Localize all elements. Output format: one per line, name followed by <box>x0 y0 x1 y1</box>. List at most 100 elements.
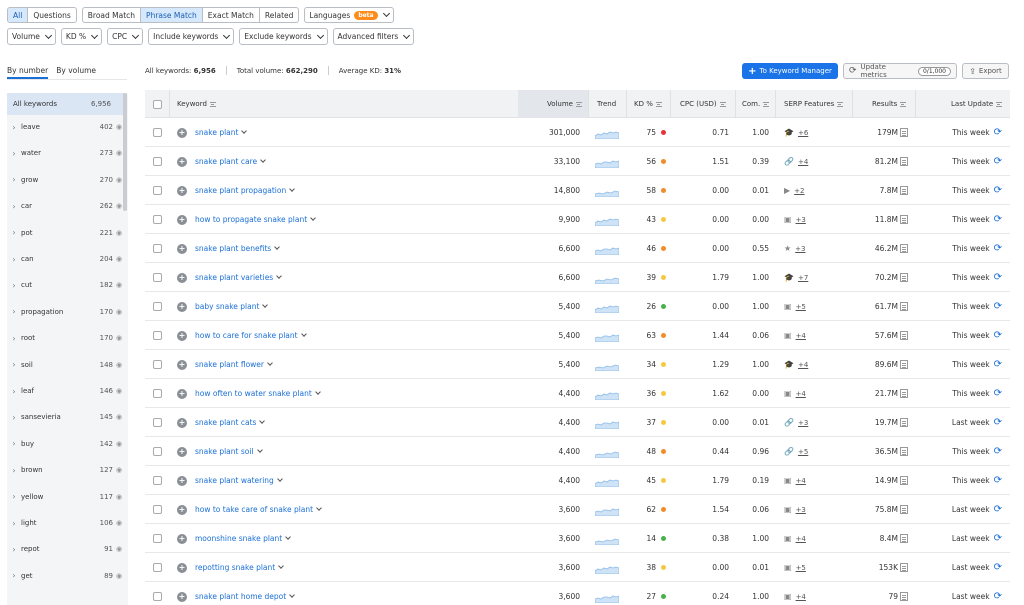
keyword-link[interactable]: snake plant <box>195 118 248 147</box>
column-last-update[interactable]: Last Update <box>951 90 1003 118</box>
refresh-icon[interactable]: ⟳ <box>994 475 1002 486</box>
serp-more-link[interactable]: +4 <box>796 477 806 485</box>
eye-icon[interactable]: ◉ <box>113 519 125 527</box>
refresh-icon[interactable]: ⟳ <box>994 214 1002 225</box>
refresh-icon[interactable]: ⟳ <box>994 591 1002 602</box>
serp-document-icon[interactable] <box>900 505 908 514</box>
serp-more-link[interactable]: +6 <box>798 129 808 137</box>
serp-more-link[interactable]: +3 <box>796 506 806 514</box>
sidebar-item-cut[interactable]: › cut 182 ◉ <box>7 274 125 296</box>
eye-icon[interactable]: ◉ <box>113 255 125 263</box>
row-checkbox[interactable] <box>153 505 162 514</box>
serp-more-link[interactable]: +5 <box>798 448 808 456</box>
column-trend[interactable]: Trend <box>597 90 616 118</box>
serp-document-icon[interactable] <box>900 273 908 282</box>
row-checkbox[interactable] <box>153 563 162 572</box>
refresh-icon[interactable]: ⟳ <box>994 446 1002 457</box>
chevron-right-icon[interactable]: › <box>7 149 21 158</box>
row-checkbox[interactable] <box>153 476 162 485</box>
keyword-link[interactable]: snake plant watering <box>195 466 283 495</box>
row-checkbox[interactable] <box>153 447 162 456</box>
languages-dropdown[interactable]: Languages beta <box>304 7 394 23</box>
chevron-down-icon[interactable] <box>289 186 296 192</box>
refresh-icon[interactable]: ⟳ <box>994 417 1002 428</box>
sidebar-item-car[interactable]: › car 262 ◉ <box>7 195 125 217</box>
chevron-right-icon[interactable]: › <box>7 439 21 448</box>
serp-document-icon[interactable] <box>900 592 908 601</box>
refresh-icon[interactable]: ⟳ <box>994 243 1002 254</box>
row-checkbox[interactable] <box>153 244 162 253</box>
to-keyword-manager-button[interactable]: + To Keyword Manager <box>742 63 838 79</box>
add-keyword-icon[interactable]: + <box>177 243 187 254</box>
chevron-down-icon[interactable] <box>276 476 283 482</box>
serp-document-icon[interactable] <box>900 534 908 543</box>
serp-document-icon[interactable] <box>900 215 908 224</box>
chevron-down-icon[interactable] <box>289 592 296 598</box>
chevron-right-icon[interactable]: › <box>7 413 21 422</box>
column-results[interactable]: Results <box>872 90 907 118</box>
add-keyword-icon[interactable]: + <box>177 214 187 225</box>
keyword-link[interactable]: snake plant soil <box>195 437 263 466</box>
sidebar-item-leaf[interactable]: › leaf 146 ◉ <box>7 380 125 402</box>
export-button[interactable]: ⇪ Export <box>962 63 1009 79</box>
row-checkbox[interactable] <box>153 331 162 340</box>
eye-icon[interactable]: ◉ <box>113 361 125 369</box>
sidebar-scrollbar[interactable] <box>123 93 127 211</box>
refresh-icon[interactable]: ⟳ <box>994 388 1002 399</box>
add-keyword-icon[interactable]: + <box>177 388 187 399</box>
volume-filter-dropdown[interactable]: Volume <box>7 28 56 45</box>
chevron-down-icon[interactable] <box>300 331 307 337</box>
serp-more-link[interactable]: +4 <box>798 158 808 166</box>
sidebar-item-can[interactable]: › can 204 ◉ <box>7 248 125 270</box>
advanced-filters-dropdown[interactable]: Advanced filters <box>332 28 415 45</box>
chevron-down-icon[interactable] <box>314 389 321 395</box>
keyword-link[interactable]: repotting snake plant <box>195 553 285 582</box>
sidebar-item-all-keywords[interactable]: All keywords 6,956 <box>7 93 125 115</box>
chevron-down-icon[interactable] <box>276 273 283 279</box>
chevron-down-icon[interactable] <box>310 215 317 221</box>
column-keyword[interactable]: Keyword <box>177 90 216 118</box>
serp-document-icon[interactable] <box>900 360 908 369</box>
chevron-down-icon[interactable] <box>316 505 322 511</box>
sidebar-item-water[interactable]: › water 273 ◉ <box>7 142 125 164</box>
sidebar-item-root[interactable]: › root 170 ◉ <box>7 327 125 349</box>
tab-all[interactable]: All <box>8 8 29 22</box>
sidebar-item-light[interactable]: › light 106 ◉ <box>7 512 125 534</box>
tab-exact-match[interactable]: Exact Match <box>203 8 260 22</box>
refresh-icon[interactable]: ⟳ <box>994 185 1002 196</box>
serp-document-icon[interactable] <box>900 389 908 398</box>
sidebar-item-leave[interactable]: › leave 402 ◉ <box>7 116 125 138</box>
serp-document-icon[interactable] <box>900 563 908 572</box>
add-keyword-icon[interactable]: + <box>177 330 187 341</box>
add-keyword-icon[interactable]: + <box>177 185 187 196</box>
chevron-right-icon[interactable]: › <box>7 571 21 580</box>
eye-icon[interactable]: ◉ <box>113 572 125 580</box>
row-checkbox[interactable] <box>153 302 162 311</box>
include-keywords-dropdown[interactable]: Include keywords <box>148 28 235 45</box>
add-keyword-icon[interactable]: + <box>177 504 187 515</box>
refresh-icon[interactable]: ⟳ <box>994 301 1002 312</box>
add-keyword-icon[interactable]: + <box>177 156 187 167</box>
eye-icon[interactable]: ◉ <box>113 334 125 342</box>
chevron-right-icon[interactable]: › <box>7 255 21 264</box>
serp-more-link[interactable]: +3 <box>796 216 806 224</box>
tab-related[interactable]: Related <box>260 8 298 22</box>
chevron-down-icon[interactable] <box>267 360 273 366</box>
serp-document-icon[interactable] <box>900 331 908 340</box>
keyword-link[interactable]: snake plant flower <box>195 350 273 379</box>
chevron-right-icon[interactable]: › <box>7 466 21 475</box>
row-checkbox[interactable] <box>153 592 162 601</box>
tab-broad-match[interactable]: Broad Match <box>83 8 142 22</box>
chevron-right-icon[interactable]: › <box>7 123 21 132</box>
keyword-link[interactable]: snake plant benefits <box>195 234 281 263</box>
refresh-icon[interactable]: ⟳ <box>994 272 1002 283</box>
keyword-link[interactable]: snake plant care <box>195 147 266 176</box>
chevron-down-icon[interactable] <box>259 418 266 424</box>
chevron-right-icon[interactable]: › <box>7 492 21 501</box>
serp-document-icon[interactable] <box>900 186 908 195</box>
keyword-link[interactable]: snake plant propagation <box>195 176 296 205</box>
add-keyword-icon[interactable]: + <box>177 562 187 573</box>
keyword-link[interactable]: how often to water snake plant <box>195 379 321 408</box>
chevron-right-icon[interactable]: › <box>7 360 21 369</box>
chevron-down-icon[interactable] <box>274 244 281 250</box>
